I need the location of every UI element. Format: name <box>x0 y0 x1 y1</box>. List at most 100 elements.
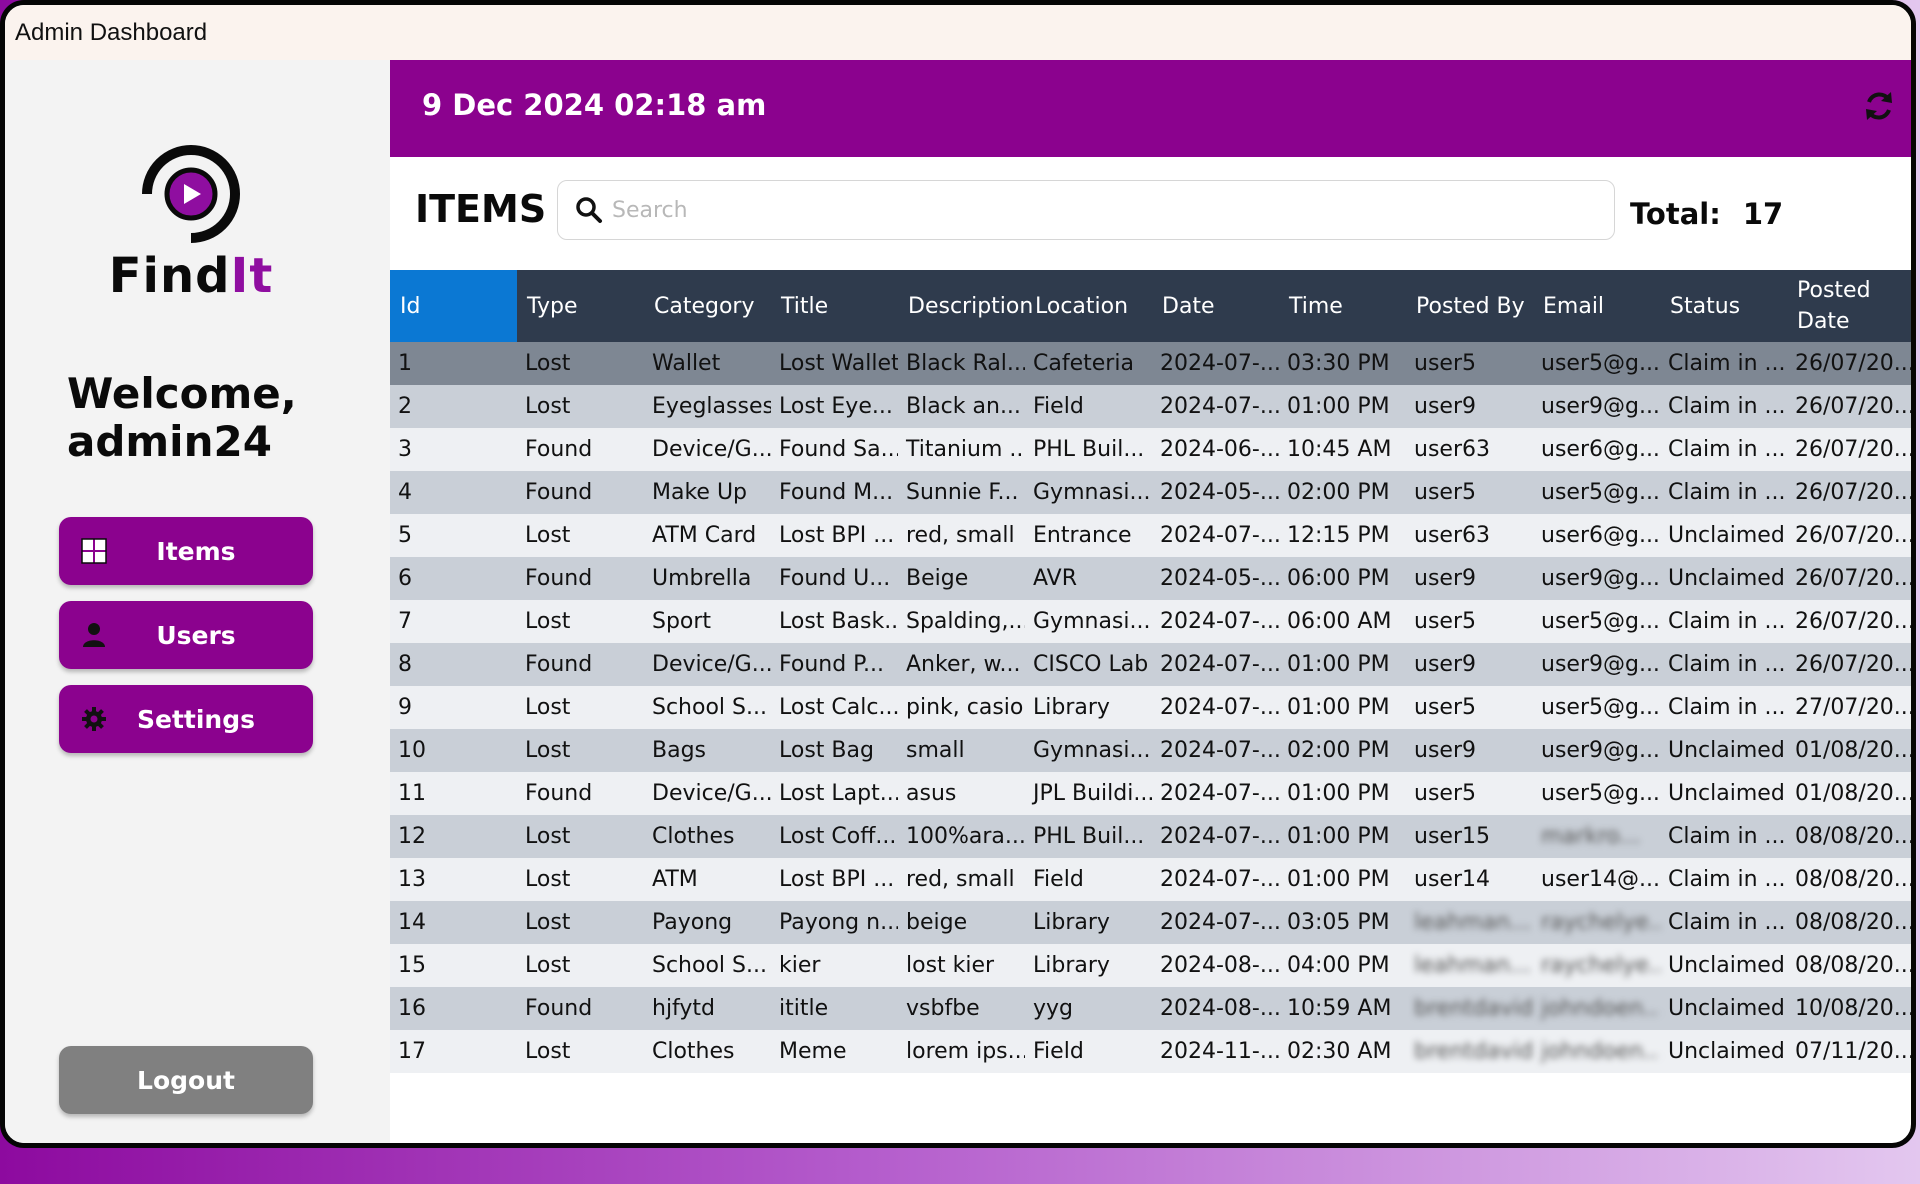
nav-settings-button[interactable]: Settings <box>59 685 313 753</box>
table-cell: 2024-11-... <box>1160 1039 1279 1064</box>
table-row[interactable]: 1 Lost Wallet Lost Wallet Black Ral... Cafete… <box>390 342 1915 385</box>
column-header[interactable]: Title <box>771 270 898 342</box>
table-cell: Unclaimed <box>1668 523 1785 548</box>
table-cell: raychelye... <box>1541 953 1660 978</box>
nav-items-button[interactable]: Items <box>59 517 313 585</box>
search-box[interactable] <box>557 180 1615 240</box>
nav-users-button[interactable]: Users <box>59 601 313 669</box>
table-cell: Lost Bag <box>779 738 874 763</box>
table-cell: 6 <box>398 566 412 591</box>
table-cell: Payong <box>652 910 733 935</box>
column-header[interactable]: Date <box>1152 270 1279 342</box>
table-cell: Lost Lapt... <box>779 781 898 806</box>
table-row[interactable]: 2 Lost Eyeglasses Lost Eye... Black an... Fie… <box>390 385 1911 428</box>
logout-button[interactable]: Logout <box>59 1046 313 1114</box>
table-cell: Unclaimed <box>1668 738 1785 763</box>
nav-settings-label: Settings <box>136 704 255 734</box>
table-cell: brentdavid <box>1414 1039 1533 1064</box>
table-row[interactable]: 4 Found Make Up Found M... Sunnie F... Gymnas… <box>390 471 1915 514</box>
table-row[interactable]: 12 Lost Clothes Lost Coff... 100%ara... PHL B… <box>390 815 1911 858</box>
column-header[interactable]: Time <box>1279 270 1406 342</box>
table-cell: 26/07/20... <box>1795 480 1915 505</box>
table-cell: 07/11/20... <box>1795 1039 1915 1064</box>
table-cell: Lost Wallet <box>779 351 898 376</box>
table-row[interactable]: 11 Found Device/G... Lost Lapt... asus JPL Bu… <box>390 772 1911 815</box>
table-row[interactable]: 14 Lost Payong Payong n... beige Library 2024-… <box>390 901 1911 944</box>
table-cell: Gymnasi... <box>1033 738 1151 763</box>
column-header[interactable]: Status <box>1660 270 1787 342</box>
column-header[interactable]: Posted By <box>1406 270 1533 342</box>
table-cell: Lost <box>525 695 571 720</box>
table-cell: user5@g... <box>1541 695 1660 720</box>
refresh-icon[interactable] <box>1861 88 1897 124</box>
table-cell: Lost Eye... <box>779 394 893 419</box>
user-icon <box>79 620 109 650</box>
table-cell: Device/G... <box>652 781 771 806</box>
table-cell: yyg <box>1033 996 1074 1021</box>
table-body: 1 Lost Wallet Lost Wallet Black Ral... Cafete… <box>390 342 1915 1073</box>
table-cell: user9@g... <box>1541 566 1660 591</box>
table-cell: Payong n... <box>779 910 898 935</box>
table-row[interactable]: 16 Found hjfytd ititle vsbfbe yyg 2024-08-... 1… <box>390 987 1911 1030</box>
table-cell: ATM <box>652 867 698 892</box>
table-row[interactable]: 7 Lost Sport Lost Bask... Spalding,... Gymnas… <box>390 600 1911 643</box>
table-cell: Make Up <box>652 480 748 505</box>
table-row[interactable]: 17 Lost Clothes Meme lorem ips... Field 2024-1… <box>390 1030 1915 1073</box>
table-cell: Lost <box>525 910 571 935</box>
table-row[interactable]: 13 Lost ATM Lost BPI ... red, small Field 2024… <box>390 858 1911 901</box>
table-cell: user14 <box>1414 867 1490 892</box>
table-cell: Beige <box>906 566 969 591</box>
table-cell: Lost <box>525 953 571 978</box>
table-cell: Lost <box>525 1039 571 1064</box>
table-cell: user14@... <box>1541 867 1660 892</box>
table-cell: 2024-07-... <box>1160 695 1279 720</box>
table-cell: vsbfbe <box>906 996 980 1021</box>
items-heading: ITEMS <box>415 187 547 231</box>
table-cell: 17 <box>398 1039 426 1064</box>
table-cell: Device/G... <box>652 437 771 462</box>
table-cell: red, small <box>906 867 1015 892</box>
table-cell: Lost <box>525 351 571 376</box>
column-header[interactable]: Posted Date <box>1787 270 1911 342</box>
column-header[interactable]: Category <box>644 270 771 342</box>
table-cell: Lost <box>525 824 571 849</box>
table-cell: Unclaimed <box>1668 566 1785 591</box>
table-cell: 2024-07-... <box>1160 738 1279 763</box>
table-cell: Library <box>1033 695 1110 720</box>
search-input[interactable] <box>610 196 1564 224</box>
table-row[interactable]: 10 Lost Bags Lost Bag small Gymnasi... 2024-07… <box>390 729 1911 772</box>
column-header[interactable]: Location <box>1025 270 1152 342</box>
table-row[interactable]: 6 Found Umbrella Found U... Beige AVR 2024-05-… <box>390 557 1911 600</box>
table-cell: user9 <box>1414 566 1476 591</box>
table-cell: 4 <box>398 480 412 505</box>
table-cell: Unclaimed <box>1668 996 1785 1021</box>
table-row[interactable]: 8 Found Device/G... Found P... Anker, w... CI… <box>390 643 1911 686</box>
nav-items-label: Items <box>156 536 236 566</box>
table-cell: Gymnasi... <box>1033 480 1151 505</box>
table-cell: 26/07/20... <box>1795 351 1915 376</box>
table-cell: Lost <box>525 738 571 763</box>
table-cell: Claim in ... <box>1668 824 1786 849</box>
table-cell: Lost Calc... <box>779 695 898 720</box>
table-cell: Found <box>525 781 593 806</box>
column-header[interactable]: Type <box>517 270 644 342</box>
table-cell: Lost Bask... <box>779 609 898 634</box>
column-header[interactable]: Description <box>898 270 1033 342</box>
column-header[interactable]: Email <box>1533 270 1660 342</box>
table-cell: 02:30 AM <box>1287 1039 1392 1064</box>
table-row[interactable]: 5 Lost ATM Card Lost BPI ... red, small Entra… <box>390 514 1911 557</box>
table-cell: Found Sa... <box>779 437 898 462</box>
column-header[interactable]: Id <box>390 270 517 342</box>
table-cell: 11 <box>398 781 426 806</box>
table-cell: 06:00 PM <box>1287 566 1390 591</box>
table-cell: 2024-05-... <box>1160 480 1279 505</box>
sidebar: FindIt Welcome, admin24 Items Users Sett… <box>5 60 390 1143</box>
table-cell: Claim in ... <box>1668 867 1786 892</box>
table-cell: 08/08/20... <box>1795 953 1915 978</box>
table-row[interactable]: 9 Lost School S... Lost Calc... pink, casio L… <box>390 686 1911 729</box>
table-cell: 01:00 PM <box>1287 652 1390 677</box>
current-datetime: 9 Dec 2024 02:18 am <box>422 88 767 122</box>
table-row[interactable]: 15 Lost School S... kier lost kier Library 202… <box>390 944 1915 987</box>
table-row[interactable]: 3 Found Device/G... Found Sa... Titanium ...… <box>390 428 1911 471</box>
table-cell: 2024-08-... <box>1160 996 1279 1021</box>
